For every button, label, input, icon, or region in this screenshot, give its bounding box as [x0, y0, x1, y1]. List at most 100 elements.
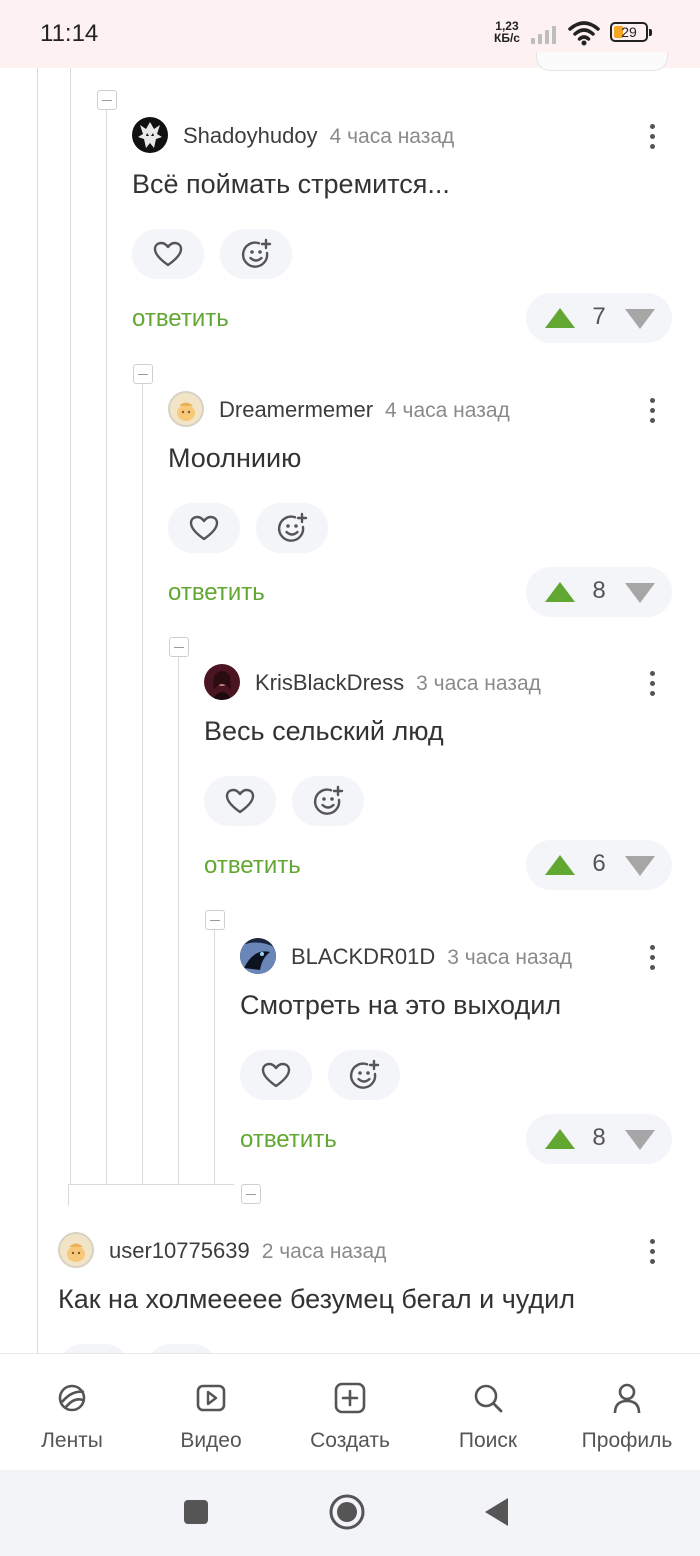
downvote-icon[interactable] — [624, 855, 656, 877]
downvote-icon[interactable] — [624, 308, 656, 330]
create-icon — [334, 1382, 366, 1414]
comment-time: 2 часа назад — [261, 1240, 387, 1263]
heart-icon — [261, 1062, 291, 1088]
avatar-image — [212, 671, 232, 700]
like-button[interactable] — [240, 1050, 312, 1100]
add-emoji-icon — [277, 512, 308, 542]
profile-icon — [613, 1383, 641, 1414]
add-reaction-button[interactable] — [256, 503, 328, 553]
like-button[interactable] — [168, 503, 240, 553]
collapse-thread-button[interactable] — [169, 637, 189, 657]
more-options-icon[interactable] — [642, 121, 662, 153]
thread-line — [70, 68, 71, 1184]
avatar-image — [177, 402, 195, 421]
like-button[interactable] — [132, 229, 204, 279]
recent-apps-icon[interactable] — [182, 1498, 210, 1526]
wifi-icon — [568, 21, 600, 46]
avatar[interactable] — [204, 664, 240, 700]
bottom-navigation: Ленты Видео Создать Поиск Профиль — [0, 1353, 700, 1471]
comment-author[interactable]: Dreamermemer 4 часа назад — [219, 397, 510, 423]
rating-value: 6 — [592, 850, 606, 877]
comment: Shadoyhudoy 4 часа назад Всё поймать стре… — [132, 117, 700, 347]
rating-control: 8 — [526, 1114, 672, 1164]
rating-control: 6 — [526, 840, 672, 890]
more-options-icon[interactable] — [642, 668, 662, 700]
rating-value: 8 — [592, 577, 606, 604]
like-button[interactable] — [58, 1344, 130, 1353]
like-button[interactable] — [204, 776, 276, 826]
previous-rating-pill — [536, 52, 668, 71]
downvote-icon[interactable] — [624, 1129, 656, 1151]
comment-text: Весь сельский люд — [204, 716, 444, 746]
upvote-icon[interactable] — [544, 854, 576, 876]
nav-create[interactable]: Создать — [280, 1354, 420, 1471]
video-icon — [196, 1384, 226, 1412]
comment-text: Смотреть на это выходил — [240, 990, 562, 1020]
upvote-icon[interactable] — [544, 307, 576, 329]
status-time: 11:14 — [40, 20, 99, 47]
upvote-icon[interactable] — [544, 1128, 576, 1150]
comment-text: Моолниию — [168, 443, 302, 473]
comment: KrisBlackDress 3 часа назад Весь сельский… — [204, 664, 700, 894]
avatar[interactable] — [168, 391, 204, 427]
nav-label: Поиск — [458, 1429, 518, 1452]
comment-author[interactable]: Shadoyhudoy 4 часа назад — [183, 123, 454, 149]
rating-control: 8 — [526, 567, 672, 617]
nav-label: Ленты — [41, 1429, 103, 1452]
comment-author[interactable]: KrisBlackDress 3 часа назад — [255, 670, 541, 696]
avatar[interactable] — [240, 938, 276, 974]
collapse-thread-button[interactable] — [205, 910, 225, 930]
network-speed: 1,23 КБ/с — [494, 19, 520, 45]
thread-line — [37, 68, 38, 1353]
thread-line — [178, 657, 179, 1184]
thread-line — [142, 384, 143, 1184]
avatar[interactable] — [58, 1232, 94, 1268]
add-reaction-button[interactable] — [292, 776, 364, 826]
add-emoji-icon — [313, 785, 344, 815]
rating-value: 7 — [592, 303, 606, 330]
avatar[interactable] — [132, 117, 168, 153]
add-reaction-button[interactable] — [146, 1344, 218, 1353]
avatar-image — [240, 942, 276, 974]
more-options-icon[interactable] — [642, 942, 662, 974]
upvote-icon[interactable] — [544, 581, 576, 603]
avatar-image — [67, 1243, 85, 1262]
comment-text: Всё поймать стремится... — [132, 169, 450, 199]
nav-video[interactable]: Видео — [141, 1354, 281, 1471]
battery-icon: 29 — [610, 22, 652, 42]
add-reaction-button[interactable] — [220, 229, 292, 279]
reply-button[interactable]: ответить — [132, 305, 229, 333]
comment: BLACKDR01D 3 часа назад Смотреть на это в… — [240, 938, 700, 1168]
comment-time: 3 часа назад — [447, 946, 573, 969]
comment-time: 4 часа назад — [385, 399, 510, 422]
comment-text: Как на холмеееее безумец бегал и чудил — [58, 1284, 575, 1314]
comment: Dreamermemer 4 часа назад Моолниию ответи… — [168, 391, 700, 621]
back-icon[interactable] — [482, 1496, 512, 1528]
more-options-icon[interactable] — [642, 395, 662, 427]
reply-button[interactable]: ответить — [168, 579, 265, 607]
nav-search[interactable]: Поиск — [418, 1354, 558, 1471]
nav-profile[interactable]: Профиль — [557, 1354, 697, 1471]
downvote-icon[interactable] — [624, 582, 656, 604]
rating-control: 7 — [526, 293, 672, 343]
comment-author[interactable]: user10775639 2 часа назад — [109, 1238, 386, 1264]
collapse-thread-button[interactable] — [241, 1184, 261, 1204]
comment: user10775639 2 часа назад Как на холмееее… — [58, 1232, 700, 1353]
comment-author[interactable]: BLACKDR01D 3 часа назад — [291, 944, 572, 970]
collapse-thread-button[interactable] — [97, 90, 117, 110]
nav-feeds[interactable]: Ленты — [2, 1354, 142, 1471]
collapse-thread-button[interactable] — [133, 364, 153, 384]
comment-time: 4 часа назад — [329, 125, 455, 148]
feeds-icon — [58, 1384, 86, 1412]
more-options-icon[interactable] — [642, 1236, 662, 1268]
reply-button[interactable]: ответить — [204, 852, 301, 880]
system-navigation-bar — [0, 1470, 700, 1556]
add-reaction-button[interactable] — [328, 1050, 400, 1100]
home-icon[interactable] — [328, 1493, 366, 1531]
thread-line — [106, 110, 107, 1184]
nav-label: Видео — [180, 1429, 242, 1452]
reply-button[interactable]: ответить — [240, 1126, 337, 1154]
heart-icon — [225, 788, 255, 814]
rating-value: 8 — [592, 1124, 606, 1151]
add-emoji-icon — [241, 238, 272, 268]
